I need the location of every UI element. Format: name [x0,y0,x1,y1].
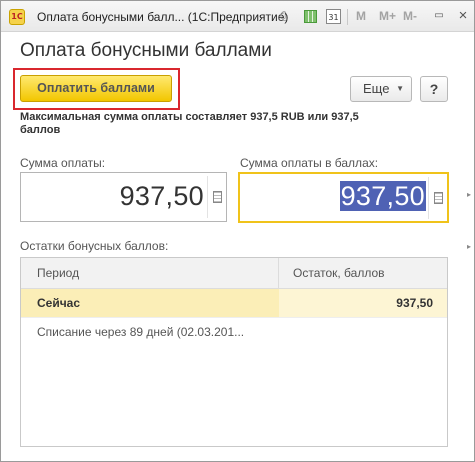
more-button-label: Еще [363,81,390,96]
payment-sum-label: Сумма оплаты: [20,156,106,170]
column-header-rest[interactable]: Остаток, баллов [293,258,385,289]
table-row[interactable]: Списание через 89 дней (02.03.201... [21,317,447,345]
table-header: Период Остаток, баллов [21,258,447,289]
calendar-icon[interactable]: 31 [326,9,341,24]
table-row[interactable]: Сейчас 937,50 [21,289,447,317]
calculator-icon[interactable] [434,192,443,204]
row-period: Списание через 89 дней (02.03.201... [37,325,245,339]
dialog-window: 1C Оплата бонусными балл... (1С:Предприя… [0,0,475,462]
row-period: Сейчас [37,296,81,310]
column-separator [278,258,279,289]
memory-button[interactable]: M [356,9,366,23]
payment-sum-value: 937,50 [119,181,204,211]
row-rest: 937,50 [396,296,433,310]
payment-points-field[interactable]: 937,50 [238,172,449,223]
close-icon[interactable]: × [455,7,471,25]
memory-plus-button[interactable]: M+ [379,9,396,23]
column-header-period[interactable]: Период [37,258,79,289]
field-divider [207,176,208,218]
payment-sum-field[interactable]: 937,50 [20,172,227,222]
chevron-down-icon: ▼ [396,84,404,93]
calculator-icon[interactable] [213,191,222,203]
toolbar-separator [347,9,348,25]
pay-with-points-button[interactable]: Оплатить баллами [20,75,172,102]
print-icon[interactable]: ⎙ [274,8,292,25]
title-bar[interactable]: 1C Оплата бонусными балл... (1С:Предприя… [1,1,474,32]
memory-minus-button[interactable]: M- [403,9,417,23]
app-logo-icon: 1C [9,9,25,25]
max-payment-note: Максимальная сумма оплаты составляет 937… [20,111,359,136]
field-divider [428,177,429,219]
scroll-right-icon[interactable]: ▸ [467,190,471,199]
balances-label: Остатки бонусных баллов: [20,239,169,253]
payment-points-label: Сумма оплаты в баллах: [240,156,379,170]
form-title: Оплата бонусными баллами [20,40,272,61]
spreadsheet-icon[interactable] [304,10,317,23]
window-title: Оплата бонусными балл... (1С:Предприятие… [37,10,289,24]
help-button[interactable]: ? [420,76,448,102]
payment-points-value: 937,50 [339,181,426,211]
restore-window-icon[interactable]: ▭ [429,7,449,25]
payment-points-value-wrapper: 937,50 [339,181,426,212]
more-button[interactable]: Еще ▼ [350,76,412,102]
scroll-right-icon[interactable]: ▸ [467,242,471,251]
balances-table[interactable]: Период Остаток, баллов Сейчас 937,50 Спи… [20,257,448,447]
